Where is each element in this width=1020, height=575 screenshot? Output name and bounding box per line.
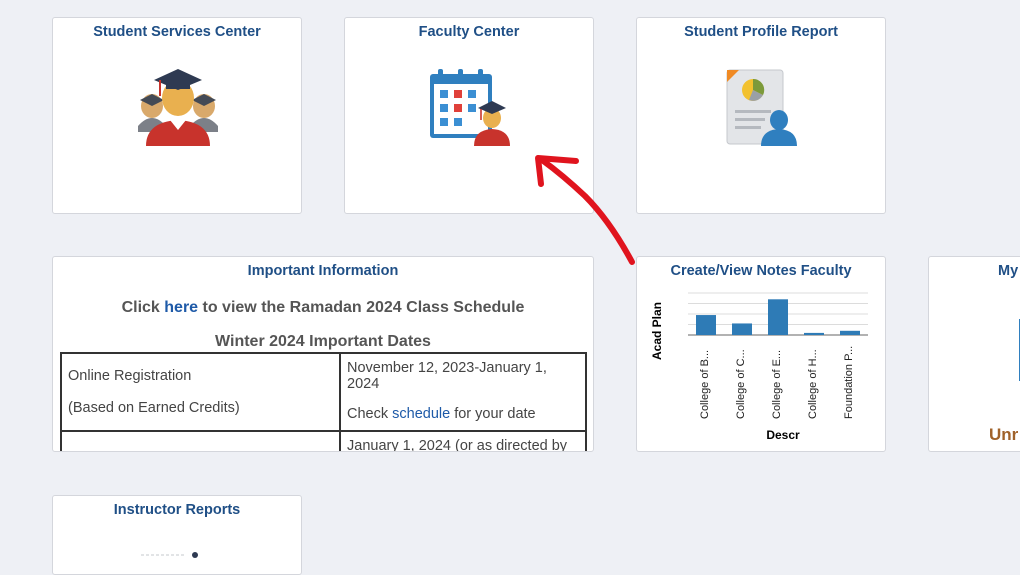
important-dates-table: Online Registration (Based on Earned Cre… (60, 352, 587, 451)
ramadan-schedule-line: Click here to view the Ramadan 2024 Clas… (121, 299, 525, 316)
row-sublabel: (Based on Earned Credits) (68, 400, 240, 416)
x-tick-label: College of E... (771, 349, 783, 419)
chart-bar[interactable] (732, 323, 752, 335)
table-cell: January 1, 2024 (or as directed by (339, 430, 587, 451)
row-value: November 12, 2023-January 1, 2024 (347, 360, 547, 392)
tile-instructor-reports[interactable]: Instructor Reports (52, 495, 302, 575)
table-cell: Online Registration (Based on Earned Cre… (60, 352, 341, 432)
tile-title: Faculty Center (418, 24, 520, 40)
tile-footer-text: Unr (989, 425, 1019, 444)
tile-title: My (998, 263, 1019, 279)
chart-bar[interactable] (840, 330, 860, 335)
table-cell (60, 430, 341, 451)
tile-important-information[interactable]: Important Information Click here to view… (52, 256, 594, 452)
schedule-link[interactable]: schedule (392, 406, 450, 422)
tile-title: Student Services Center (93, 24, 261, 40)
x-tick-label: College of B... (699, 349, 711, 419)
table-row: January 1, 2024 (or as directed by (60, 430, 587, 451)
calendar-graduate-icon (428, 68, 514, 153)
tile-title: Student Profile Report (684, 24, 838, 40)
chart-bar[interactable] (696, 315, 716, 335)
tile-my-partial[interactable]: My Unr (928, 256, 1020, 452)
chart-bar[interactable] (804, 332, 824, 335)
report-icon (139, 546, 199, 558)
x-axis-label: Descr (766, 428, 800, 442)
chart-bar[interactable] (768, 299, 788, 335)
y-axis-label: Acad Plan (650, 302, 664, 360)
ramadan-schedule-link[interactable]: here (164, 299, 198, 316)
row-label: Online Registration (68, 368, 192, 384)
x-tick-label: College of C... (735, 349, 747, 419)
important-dates-heading: Winter 2024 Important Dates (215, 333, 431, 350)
table-row: Online Registration (Based on Earned Cre… (60, 352, 587, 432)
row-note: Check schedule for your date (347, 406, 536, 422)
tile-title: Important Information (247, 263, 399, 279)
report-profile-icon (723, 68, 803, 155)
x-tick-label: College of H... (807, 349, 819, 419)
x-tick-label: Foundation P... (843, 345, 855, 419)
tile-faculty-center[interactable]: Faculty Center (344, 17, 594, 214)
tile-title: Instructor Reports (113, 502, 241, 518)
table-cell: November 12, 2023-January 1, 2024 Check … (339, 352, 587, 432)
graduates-icon (136, 66, 220, 155)
tile-student-services-center[interactable]: Student Services Center (52, 17, 302, 214)
tile-create-view-notes-faculty[interactable]: Create/View Notes Faculty Acad Plan Desc… (636, 256, 886, 452)
tile-student-profile-report[interactable]: Student Profile Report (636, 17, 886, 214)
